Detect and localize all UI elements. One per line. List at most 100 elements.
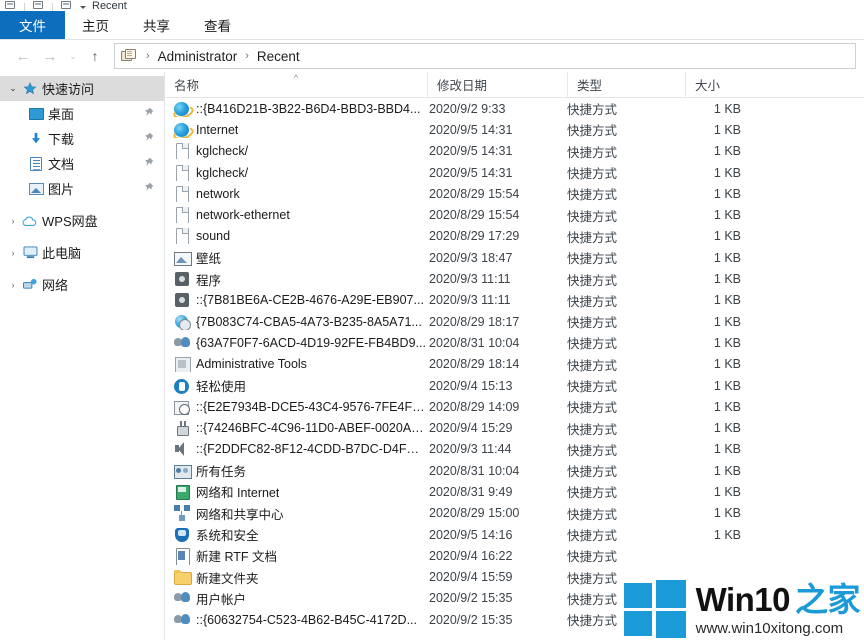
chevron-down-icon[interactable]: ⌄ (6, 83, 20, 94)
table-row[interactable]: 轻松使用 2020/9/4 15:13 快捷方式 1 KB (165, 375, 864, 396)
sidebar-item-this-pc[interactable]: › 此电脑 (0, 240, 164, 265)
table-row[interactable]: ::{7B81BE6A-CE2B-4676-A29E-EB907... 2020/… (165, 290, 864, 311)
file-name-label: 新建文件夹 (196, 571, 259, 586)
pin-icon[interactable] (143, 132, 154, 146)
table-row[interactable]: network 2020/8/29 15:54 快捷方式 1 KB (165, 183, 864, 204)
ease-of-access-icon (174, 378, 190, 394)
sidebar-item-documents[interactable]: 文档 (0, 151, 164, 176)
file-name-cell[interactable]: 新建文件夹 (165, 568, 427, 587)
sidebar-item-pictures[interactable]: 图片 (0, 176, 164, 201)
file-name-cell[interactable]: ::{60632754-C523-4B62-B45C-4172D... (165, 612, 427, 628)
breadcrumb-separator[interactable]: › (243, 50, 251, 62)
table-row[interactable]: ::{60632754-C523-4B62-B45C-4172D... 2020/… (165, 609, 864, 630)
file-explorer-window: Recent 文件 主页 共享 查看 ← → ⌄ ↑ › Administrat… (0, 0, 864, 640)
table-row[interactable]: sound 2020/8/29 17:29 快捷方式 1 KB (165, 226, 864, 247)
file-name-cell[interactable]: network-ethernet (165, 207, 427, 224)
table-row[interactable]: ::{F2DDFC82-8F12-4CDD-B7DC-D4FE1... 2020/… (165, 439, 864, 460)
column-header-date[interactable]: 修改日期 (427, 72, 567, 97)
table-row[interactable]: 用户帐户 2020/9/2 15:35 快捷方式 (165, 588, 864, 609)
file-date-cell: 2020/9/5 14:31 (429, 144, 513, 159)
chevron-right-icon[interactable]: › (6, 216, 20, 226)
table-row[interactable]: Administrative Tools 2020/8/29 18:14 快捷方式 1… (165, 354, 864, 375)
file-name-cell[interactable]: Internet (165, 122, 427, 138)
file-name-cell[interactable]: sound (165, 228, 427, 245)
pin-icon[interactable] (143, 157, 154, 171)
file-type-cell: 快捷方式 (567, 486, 618, 501)
file-name-cell[interactable]: {7B083C74-CBA5-4A73-B235-8A5A71... (165, 314, 427, 330)
table-row[interactable]: Internet 2020/9/5 14:31 快捷方式 1 KB (165, 119, 864, 140)
file-name-cell[interactable]: kglcheck/ (165, 164, 427, 181)
table-row[interactable]: 新建文件夹 2020/9/4 15:59 快捷方式 (165, 567, 864, 588)
up-button[interactable]: ↑ (83, 43, 107, 69)
file-name-cell[interactable]: ::{7B81BE6A-CE2B-4676-A29E-EB907... (165, 292, 427, 308)
breadcrumb[interactable]: › Administrator › Recent (114, 43, 856, 69)
file-name-cell[interactable]: 系统和安全 (165, 525, 427, 544)
sidebar-item-quick-access[interactable]: ⌄ 快速访问 (0, 76, 164, 101)
table-row[interactable]: 新建 RTF 文档 2020/9/4 16:22 快捷方式 (165, 545, 864, 566)
table-row[interactable]: ::{B416D21B-3B22-B6D4-BBD3-BBD4... 2020/9… (165, 98, 864, 119)
file-name-label: 新建 RTF 文档 (196, 550, 278, 565)
table-row[interactable]: ::{74246BFC-4C96-11D0-ABEF-0020AF... 2020… (165, 417, 864, 438)
table-row[interactable]: kglcheck/2020/9/5 14:31 快捷方式 1 KB (165, 162, 864, 183)
pin-icon[interactable] (143, 107, 154, 121)
save-icon[interactable] (4, 0, 17, 11)
quick-access-toolbar[interactable] (4, 0, 86, 11)
tab-share[interactable]: 共享 (126, 11, 187, 39)
file-name-cell[interactable]: Administrative Tools (165, 356, 427, 373)
column-header-name[interactable]: 名称 ^ (165, 72, 427, 97)
table-row[interactable]: network-ethernet 2020/8/29 15:54 快捷方式 1 KB (165, 204, 864, 225)
table-row[interactable]: {7B083C74-CBA5-4A73-B235-8A5A71... 2020/8… (165, 311, 864, 332)
file-size-cell: 1 KB (713, 208, 741, 223)
breadcrumb-administrator[interactable]: Administrator (154, 48, 242, 65)
all-tasks-icon (174, 463, 192, 479)
tab-file[interactable]: 文件 (0, 11, 65, 39)
file-name-cell[interactable]: 网络和共享中心 (165, 504, 427, 523)
chevron-down-icon[interactable] (80, 6, 86, 9)
table-row[interactable]: kglcheck/2020/9/5 14:31 快捷方式 1 KB (165, 141, 864, 162)
file-name-cell[interactable]: 网络和 Internet (165, 482, 427, 501)
file-name-cell[interactable]: kglcheck/ (165, 143, 427, 160)
table-row[interactable]: 系统和安全 2020/9/5 14:16 快捷方式 1 KB (165, 524, 864, 545)
tab-home[interactable]: 主页 (65, 11, 126, 39)
user-accounts-icon (174, 590, 190, 606)
properties-icon[interactable] (32, 0, 45, 11)
file-name-cell[interactable]: 程序 (165, 270, 427, 289)
forward-button[interactable]: → (37, 43, 63, 69)
file-name-cell[interactable]: 轻松使用 (165, 376, 427, 395)
breadcrumb-recent[interactable]: Recent (253, 48, 304, 65)
file-name-cell[interactable]: network (165, 185, 427, 202)
chevron-right-icon[interactable]: › (6, 248, 20, 258)
file-name-cell[interactable]: ::{B416D21B-3B22-B6D4-BBD3-BBD4... (165, 101, 427, 117)
tab-view[interactable]: 查看 (187, 11, 248, 39)
table-row[interactable]: 程序 2020/9/3 11:11 快捷方式 1 KB (165, 268, 864, 289)
table-row[interactable]: ::{E2E7934B-DCE5-43C4-9576-7FE4F7... 2020… (165, 396, 864, 417)
file-name-cell[interactable]: 用户帐户 (165, 589, 427, 608)
file-name-cell[interactable]: ::{74246BFC-4C96-11D0-ABEF-0020AF... (165, 420, 427, 437)
pin-icon[interactable] (143, 182, 154, 196)
table-row[interactable]: 网络和 Internet 2020/8/31 9:49 快捷方式 1 KB (165, 481, 864, 502)
column-header-size[interactable]: 大小 (685, 72, 767, 97)
sidebar-item-downloads[interactable]: 下载 (0, 126, 164, 151)
file-name-cell[interactable]: {63A7F0F7-6ACD-4D19-92FE-FB4BD9... (165, 335, 427, 351)
sidebar-item-desktop[interactable]: 桌面 (0, 101, 164, 126)
column-header-type[interactable]: 类型 (567, 72, 685, 97)
file-name-cell[interactable]: 壁纸 (165, 248, 427, 267)
file-date-cell: 2020/9/3 18:47 (429, 250, 513, 265)
sidebar-item-network[interactable]: › 网络 (0, 272, 164, 297)
table-row[interactable]: 网络和共享中心 2020/8/29 15:00 快捷方式 1 KB (165, 503, 864, 524)
file-name-cell[interactable]: 新建 RTF 文档 (165, 546, 427, 566)
chevron-right-icon[interactable]: › (6, 280, 20, 290)
table-row[interactable]: {63A7F0F7-6ACD-4D19-92FE-FB4BD9... 2020/8… (165, 332, 864, 353)
new-folder-icon[interactable] (60, 0, 73, 11)
file-name-cell[interactable]: ::{E2E7934B-DCE5-43C4-9576-7FE4F7... (165, 399, 427, 415)
file-name-cell[interactable]: ::{F2DDFC82-8F12-4CDD-B7DC-D4FE1... (165, 441, 427, 457)
recent-locations-button[interactable]: ⌄ (64, 43, 82, 69)
back-button[interactable]: ← (10, 43, 36, 69)
sidebar-item-wps-cloud[interactable]: › WPS网盘 (0, 208, 164, 233)
file-type-cell: 快捷方式 (567, 230, 618, 245)
file-name-cell[interactable]: 所有任务 (165, 461, 427, 480)
file-name-label: kglcheck/ (196, 144, 249, 159)
table-row[interactable]: 所有任务 2020/8/31 10:04 快捷方式 1 KB (165, 460, 864, 481)
table-row[interactable]: 壁纸 2020/9/3 18:47 快捷方式 1 KB (165, 247, 864, 268)
programs-icon (174, 271, 190, 287)
